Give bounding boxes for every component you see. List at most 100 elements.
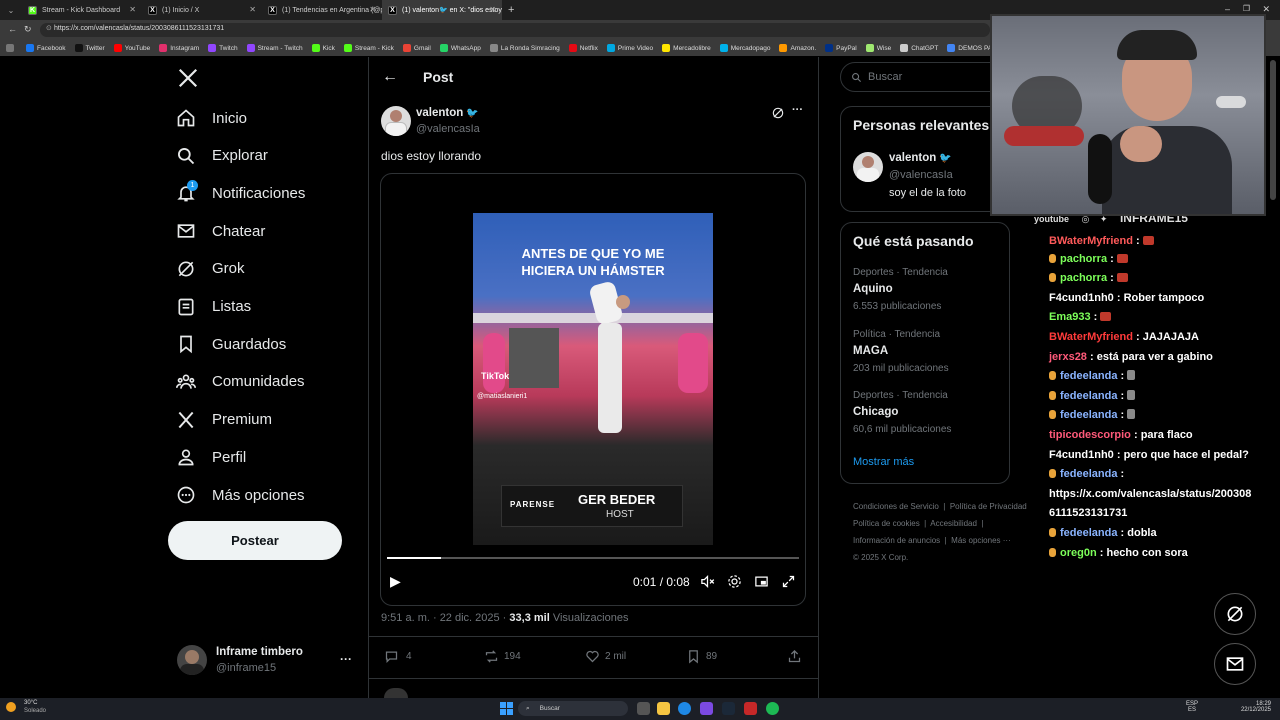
site-info-icon[interactable]: ⊙ <box>46 24 52 32</box>
browser-tab[interactable]: X (1) Inicio / X ✕ <box>142 0 262 20</box>
bookmark-item[interactable]: WhatsApp <box>439 44 481 52</box>
bookmark-item[interactable]: Stream - Kick <box>343 44 394 52</box>
trend-item[interactable]: Deportes · Tendencia Chicago 60,6 mil publ… <box>853 390 951 435</box>
tab-close-icon[interactable]: ✕ <box>369 5 376 14</box>
search-input[interactable]: Buscar <box>840 62 1010 92</box>
nav-item-explorar[interactable]: Explorar <box>176 146 268 166</box>
nav-item-premium[interactable]: Premium <box>176 410 272 430</box>
bookmark-item[interactable]: Gmail <box>402 44 431 52</box>
nav-item-grok[interactable]: Grok <box>176 259 245 279</box>
page-scrollbar[interactable] <box>1270 60 1276 200</box>
browser-tab[interactable]: X (1) valenton🐦 en X: "dios estoy ll ✕ <box>382 0 502 20</box>
back-arrow-icon[interactable]: ← <box>382 68 398 86</box>
browser-tab[interactable]: K Stream - Kick Dashboard ✕ <box>22 0 142 20</box>
file-explorer-icon[interactable] <box>657 702 670 715</box>
relevant-handle[interactable]: @valencasIa <box>889 169 953 181</box>
bookmark-item[interactable]: Netflix <box>568 44 598 52</box>
bookmark-item[interactable]: Instagram <box>159 44 199 52</box>
nav-item-guardados[interactable]: Guardados <box>176 334 286 354</box>
footer-more-options[interactable]: Más opciones ··· <box>951 536 1011 545</box>
messages-fab[interactable] <box>1214 643 1256 685</box>
post-button[interactable]: Postear <box>168 521 342 560</box>
reply-avatar[interactable] <box>384 688 408 698</box>
video-progress-track[interactable] <box>387 557 799 559</box>
bookmark-item[interactable]: Amazon. <box>779 44 816 52</box>
bookmark-item[interactable]: Stream - Twitch <box>246 44 303 52</box>
account-handle[interactable]: @inframe15 <box>216 662 276 674</box>
nav-item-comunidades[interactable]: Comunidades <box>176 372 305 392</box>
reload-icon[interactable]: ↻ <box>24 24 32 35</box>
bookmark-item[interactable]: Facebook <box>26 44 66 52</box>
bookmark-item[interactable]: YouTube <box>113 44 150 52</box>
trend-item[interactable]: Deportes · Tendencia Aquino 6.553 publicac… <box>853 267 948 312</box>
maximize-icon[interactable]: ❐ <box>1243 4 1250 13</box>
bookmark-item[interactable]: La Ronda Simracing <box>489 44 560 52</box>
play-icon[interactable]: ▶ <box>390 573 401 590</box>
account-more-icon[interactable]: ··· <box>340 652 352 666</box>
bookmark-item[interactable]: Kick <box>311 44 335 52</box>
bookmark-item[interactable]: Mercadopago <box>719 44 770 52</box>
app-icon[interactable] <box>744 702 757 715</box>
clock[interactable]: 18:29 22/12/2025 <box>1237 701 1271 713</box>
task-view-icon[interactable] <box>637 702 650 715</box>
show-more-link[interactable]: Mostrar más <box>853 456 914 468</box>
bookmark-item[interactable]: ChatGPT <box>900 44 938 52</box>
footer-privacy[interactable]: Política de Privacidad <box>950 502 1027 511</box>
new-tab-button[interactable]: + <box>508 4 514 16</box>
nav-item-perfil[interactable]: Perfil <box>176 447 246 467</box>
windows-start-icon[interactable] <box>500 702 513 715</box>
relevant-avatar[interactable] <box>853 152 883 182</box>
tab-search-icon[interactable]: ⌄ <box>0 0 22 20</box>
pip-icon[interactable] <box>754 574 769 589</box>
tab-close-icon[interactable]: ✕ <box>129 5 136 14</box>
bookmark-item[interactable]: Wise <box>865 44 891 52</box>
fullscreen-icon[interactable] <box>781 574 796 589</box>
reply-button[interactable]: 4 <box>384 649 412 664</box>
footer-terms[interactable]: Condiciones de Servicio <box>853 502 939 511</box>
nav-item-notificaciones[interactable]: 1 Notificaciones <box>176 180 305 203</box>
language-indicator[interactable]: ESP ES <box>1186 701 1198 713</box>
browser-tab[interactable]: X (1) Tendencias en Argentina (@pa ✕ <box>262 0 382 20</box>
minimize-icon[interactable]: – <box>1225 4 1230 14</box>
trend-item[interactable]: Política · Tendencia MAGA 203 mil publicac… <box>853 329 949 374</box>
nav-item-inicio[interactable]: Inicio <box>176 108 247 128</box>
nav-item-más-opciones[interactable]: Más opciones <box>176 485 305 505</box>
nav-item-listas[interactable]: Listas <box>176 297 251 317</box>
bookmark-item[interactable]: Twitter <box>74 44 105 52</box>
repost-button[interactable]: 194 <box>484 649 521 664</box>
tab-close-icon[interactable]: ✕ <box>249 5 256 14</box>
bookmark-button[interactable]: 89 <box>686 649 717 664</box>
footer-ads-info[interactable]: Información de anuncios <box>853 536 940 545</box>
bookmark-item[interactable]: Twitch <box>208 44 238 52</box>
back-icon[interactable]: ← <box>8 24 17 34</box>
mute-icon[interactable] <box>700 574 715 589</box>
steam-icon[interactable] <box>722 702 735 715</box>
settings-gear-icon[interactable] <box>727 574 742 589</box>
footer-cookies[interactable]: Política de cookies <box>853 519 920 528</box>
bookmark-item[interactable]: Prime Video <box>606 44 653 52</box>
like-button[interactable]: 2 mil <box>585 649 626 664</box>
nav-item-chatear[interactable]: Chatear <box>176 221 265 241</box>
grok-fab[interactable] <box>1214 593 1256 635</box>
discord-icon[interactable] <box>700 702 713 715</box>
author-avatar[interactable] <box>381 106 411 136</box>
author-name[interactable]: valenton <box>416 107 463 119</box>
address-bar[interactable]: ⊙ https://x.com/valencasla/status/200308… <box>40 23 990 37</box>
spotify-icon[interactable] <box>766 702 779 715</box>
share-icon[interactable] <box>787 649 802 664</box>
x-logo-icon[interactable] <box>177 67 199 89</box>
grok-icon[interactable] <box>771 106 785 120</box>
account-name[interactable]: Inframe timbero <box>216 646 303 658</box>
post-timestamp[interactable]: 9:51 a. m. · 22 dic. 2025 · <box>381 612 509 624</box>
footer-accessibility[interactable]: Accesibilidad <box>930 519 977 528</box>
account-avatar[interactable] <box>177 645 207 675</box>
author-handle[interactable]: @valencasIa <box>416 123 480 135</box>
taskbar-search[interactable]: ⌕ Buscar <box>518 701 628 716</box>
relevant-name[interactable]: valenton <box>889 152 936 164</box>
apps-icon[interactable] <box>6 44 17 52</box>
bookmark-item[interactable]: PayPal <box>825 44 857 52</box>
tab-close-icon[interactable]: ✕ <box>489 5 496 14</box>
video-frame[interactable]: ANTES DE QUE YO ME HICIERA UN HÁMSTER Ti… <box>473 213 713 545</box>
post-more-icon[interactable]: ··· <box>792 104 803 116</box>
edge-icon[interactable] <box>678 702 691 715</box>
